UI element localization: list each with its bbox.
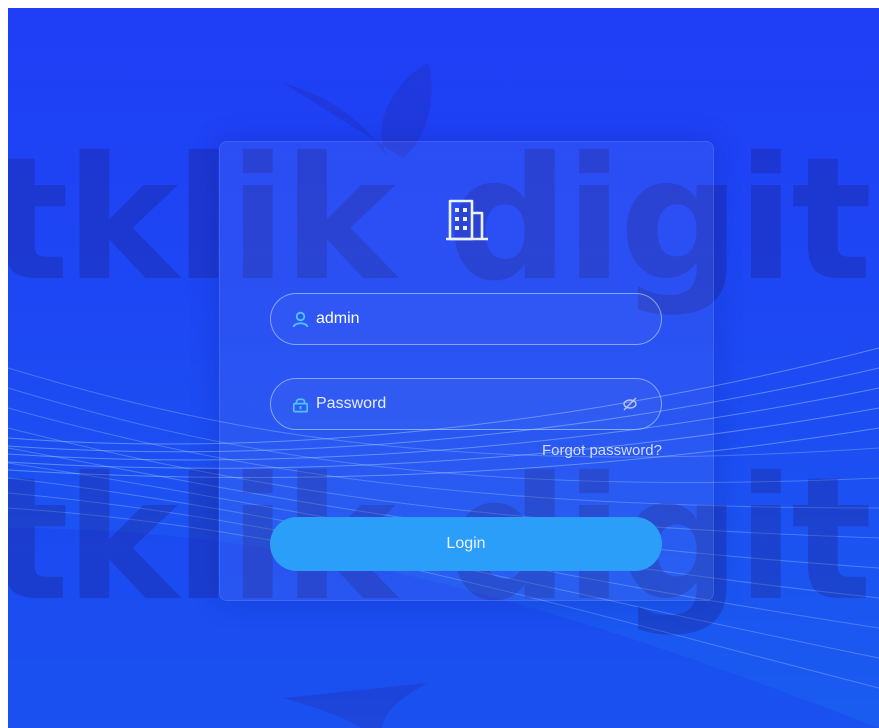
login-screen: tklik digitk tklik digitk [8,8,879,728]
user-icon [291,310,309,328]
lock-icon [291,395,309,413]
username-field[interactable]: admin [270,293,662,345]
username-value[interactable]: admin [316,310,661,328]
login-button[interactable]: Login [270,517,662,571]
building-icon [446,199,488,241]
forgot-password-link[interactable]: Forgot password? [542,442,662,459]
login-card: admin Password Forgot password? Login [219,141,714,601]
password-placeholder[interactable]: Password [316,395,621,413]
password-field[interactable]: Password [270,378,662,430]
eye-off-icon[interactable] [621,395,639,413]
